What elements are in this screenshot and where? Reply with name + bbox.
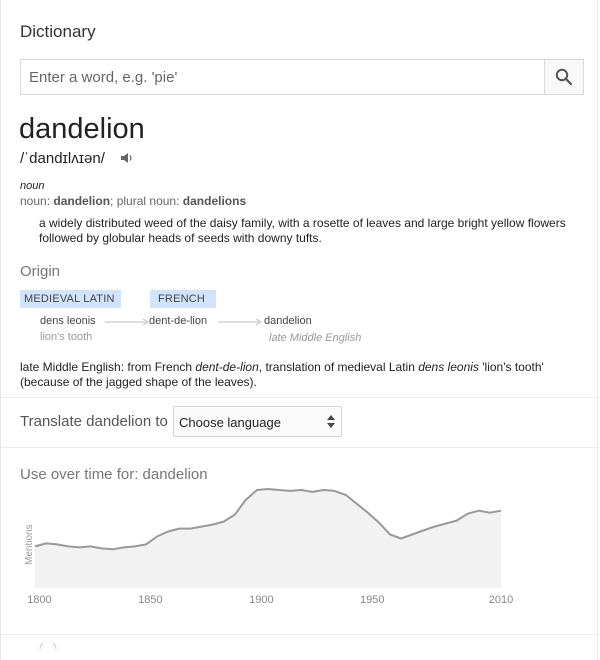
x-tick-label: 1900 (249, 594, 273, 606)
usage-area (35, 489, 501, 588)
etymon-form: dent-de-lion (149, 315, 208, 327)
origin-note-term: dent-de-lion (195, 360, 259, 374)
card-title: Dictionary (20, 22, 96, 41)
translate-label: Translate dandelion to (20, 413, 168, 430)
partial-circle-icon (39, 643, 57, 649)
part-of-speech: noun (20, 180, 45, 192)
noun-form: dandelion (53, 194, 111, 208)
search-input[interactable] (21, 60, 541, 94)
origin-language-tag: FRENCH (150, 290, 216, 308)
y-axis-label: Mentions (24, 524, 35, 565)
speaker-icon[interactable] (120, 151, 134, 165)
divider (1, 447, 599, 448)
headword: dandelion (19, 113, 145, 145)
plural-label: ; plural noun: (110, 194, 180, 208)
dictionary-card: Dictionary dandelion /ˈdandɪlʌɪən/ noun … (0, 0, 599, 660)
pronunciation: /ˈdandɪlʌɪən/ (20, 150, 105, 167)
noun-label: noun: (20, 194, 51, 208)
divider (1, 634, 599, 635)
usage-heading: Use over time for: dandelion (20, 466, 208, 483)
search-icon (555, 68, 573, 86)
search-button[interactable] (544, 60, 583, 94)
x-tick-label: 2010 (489, 594, 513, 606)
definition: a widely distributed weed of the daisy f… (39, 216, 566, 245)
usage-chart: Mentions 1800 1850 1900 1950 2010 (24, 488, 513, 606)
word-forms: noun: dandelion; plural noun: dandelions (20, 194, 246, 208)
x-tick-label: 1800 (27, 594, 51, 606)
select-arrows-icon (327, 415, 335, 428)
language-select-value: Choose language (179, 415, 281, 430)
origin-language-tag: MEDIEVAL LATIN (20, 290, 121, 308)
arrow-icon (218, 318, 262, 326)
origin-heading: Origin (20, 263, 61, 280)
origin-note-text: , translation of medieval Latin (258, 360, 419, 374)
etymon-gloss: late Middle English (269, 332, 362, 344)
origin-note-term: dens leonis (418, 360, 479, 374)
origin-note-text: late Middle English: from French (20, 360, 196, 374)
etymon-form: dandelion (264, 315, 312, 327)
etymon-form: dens leonis (40, 315, 96, 327)
search-box (20, 59, 584, 95)
x-tick-label: 1850 (138, 594, 162, 606)
etymon-gloss: lion's tooth (40, 331, 93, 343)
origin-note: late Middle English: from French dent-de… (20, 360, 580, 390)
plural-form: dandelions (182, 194, 247, 208)
arrow-icon (105, 318, 149, 326)
divider (1, 397, 599, 398)
language-select[interactable]: Choose language (173, 406, 342, 437)
x-tick-label: 1950 (360, 594, 384, 606)
